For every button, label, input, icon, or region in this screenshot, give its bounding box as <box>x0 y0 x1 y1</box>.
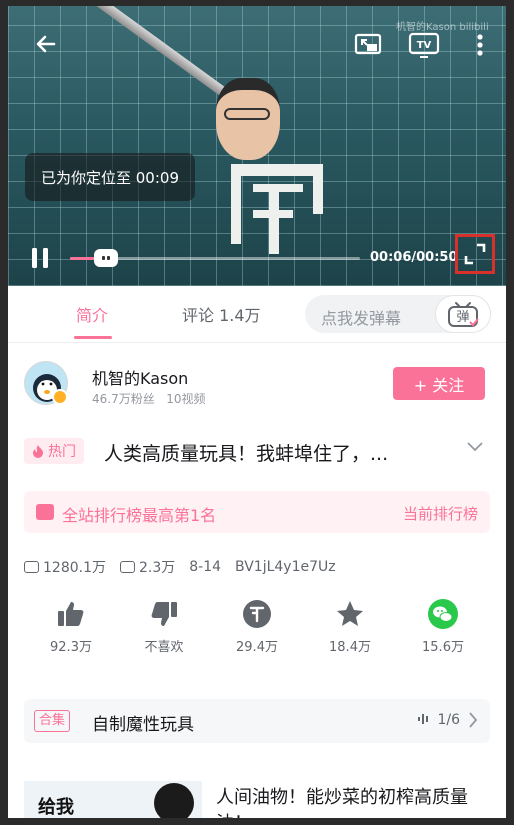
tab-intro[interactable]: 简介 <box>76 302 108 326</box>
recommend-title[interactable]: 人间油物！能炒菜的初榨高质量油！ <box>216 785 498 818</box>
rank-chart-icon <box>36 504 54 520</box>
play-count-icon <box>24 561 39 573</box>
collection-tag: 合集 <box>34 710 71 732</box>
ranking-banner[interactable]: 全站排行榜最高第1名 当前排行榜 <box>24 491 490 533</box>
recommend-thumb-text: 给我 <box>38 797 74 818</box>
tab-comments[interactable]: 评论 1.4万 <box>182 302 261 326</box>
tab-bar: 简介 评论 1.4万 点我发弹幕 弹 <box>8 286 506 343</box>
thumbs-down-icon <box>151 602 177 626</box>
collection-name: 自制魔性玩具 <box>92 715 194 735</box>
video-frame-tweezers <box>95 6 239 105</box>
video-stats: 1280.1万 2.3万 8-14 BV1jL4y1e7Uz <box>24 557 350 577</box>
favorite-button[interactable]: 18.4万 <box>315 598 385 655</box>
danmaku-count-icon <box>120 561 135 573</box>
recommend-thumb-figure <box>154 783 194 818</box>
follow-button[interactable]: + 关注 <box>393 367 485 400</box>
uploader-fans: 46.7万粉丝 <box>92 392 155 406</box>
hot-tag-label: 热门 <box>48 444 76 460</box>
svg-text:TV: TV <box>417 40 432 51</box>
verified-badge-icon <box>52 389 68 405</box>
hot-tag: 热门 <box>24 438 84 464</box>
svg-text:弹: 弹 <box>456 310 469 325</box>
uploader-videos: 10视频 <box>166 392 206 406</box>
cast-tv-icon[interactable]: TV <box>406 30 442 60</box>
coin-icon <box>243 600 271 628</box>
fullscreen-icon <box>464 243 486 265</box>
fullscreen-button[interactable] <box>455 234 495 274</box>
dislike-button[interactable]: 不喜欢 <box>129 598 199 655</box>
danmaku-placeholder: 点我发弹幕 <box>321 309 402 328</box>
video-frame-face <box>216 78 280 160</box>
danmaku-input[interactable]: 点我发弹幕 弹 <box>305 295 491 333</box>
coin-button[interactable]: 29.4万 <box>222 598 292 655</box>
collection-page: 1/6 <box>417 712 460 728</box>
uploader-meta: 46.7万粉丝 10视频 <box>92 390 205 407</box>
pause-icon[interactable] <box>26 244 54 272</box>
share-button[interactable]: 15.6万 <box>408 598 478 655</box>
recommend-thumbnail[interactable]: 给我 <box>24 781 202 818</box>
app-screen: 机智的Kason bilibili TV 已为你定位至 00:09 00:06/… <box>8 6 506 818</box>
rank-text: 全站排行榜最高第1名 <box>62 506 217 525</box>
episodes-icon <box>418 714 429 724</box>
video-title: 人类高质量玩具！我蚌埠住了，... <box>104 443 389 465</box>
uploader-name[interactable]: 机智的Kason <box>92 365 188 389</box>
seek-handle[interactable] <box>94 249 118 267</box>
back-icon[interactable] <box>32 30 60 58</box>
collection-card[interactable]: 合集 自制魔性玩具 1/6 <box>24 699 490 743</box>
bvid: BV1jL4y1e7Uz <box>235 559 336 575</box>
danmaku-tv-icon: 弹 <box>448 302 479 327</box>
seek-toast: 已为你定位至 00:09 <box>25 153 195 201</box>
chevron-right-icon <box>468 711 478 733</box>
star-icon <box>337 601 363 626</box>
publish-date: 8-14 <box>189 559 222 575</box>
rank-link[interactable]: 当前排行榜 <box>403 503 478 524</box>
thumbs-up-icon <box>58 602 84 626</box>
wechat-icon <box>428 599 458 629</box>
danmaku-stat: 2.3万 <box>120 557 175 577</box>
active-tab-indicator <box>74 336 112 339</box>
views-stat: 1280.1万 <box>24 557 106 577</box>
expand-chevron-icon[interactable] <box>466 438 484 457</box>
more-icon[interactable] <box>470 30 490 60</box>
action-row: 92.3万 不喜欢 29.4万 18.4万 15.6万 <box>8 598 506 658</box>
playback-time: 00:06/00:50 <box>370 250 458 265</box>
pip-icon[interactable] <box>352 30 384 60</box>
danmaku-toggle[interactable]: 弹 <box>435 295 491 333</box>
flame-icon <box>33 445 43 458</box>
like-button[interactable]: 92.3万 <box>36 598 106 655</box>
video-player[interactable]: 机智的Kason bilibili TV 已为你定位至 00:09 00:06/… <box>8 6 506 286</box>
